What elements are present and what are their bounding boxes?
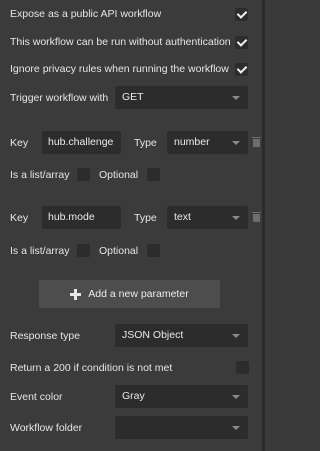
param-list-label: Is a list/array [10, 169, 70, 181]
param-optional-label: Optional [99, 245, 139, 257]
trigger-method-dropdown[interactable]: GET [115, 86, 248, 109]
param-type-value: number [174, 136, 210, 148]
param-key-label: Key [10, 137, 29, 149]
param-type-label: Type [134, 212, 157, 224]
workflow-settings-panel: Expose as a public API workflow This wor… [0, 0, 265, 451]
delete-parameter-icon[interactable] [252, 137, 261, 147]
chevron-down-icon [232, 395, 240, 399]
param-key-input[interactable]: hub.mode [42, 206, 121, 229]
no-auth-checkbox[interactable] [235, 36, 248, 49]
trigger-method-value: GET [122, 91, 144, 103]
scrollbar[interactable] [262, 0, 265, 451]
add-parameter-label: Add a new parameter [88, 288, 189, 300]
return-200-label: Return a 200 if condition is not met [10, 362, 173, 374]
response-type-value: JSON Object [122, 329, 184, 341]
no-auth-label: This workflow can be run without authent… [10, 36, 231, 48]
param-list-label: Is a list/array [10, 245, 70, 257]
response-type-label: Response type [10, 330, 81, 342]
param-type-dropdown[interactable]: number [167, 131, 248, 154]
chevron-down-icon [232, 426, 240, 430]
response-type-dropdown[interactable]: JSON Object [115, 324, 248, 347]
workflow-folder-label: Workflow folder [10, 422, 83, 434]
event-color-value: Gray [122, 390, 145, 402]
workflow-folder-dropdown[interactable] [115, 416, 248, 439]
chevron-down-icon [232, 96, 240, 100]
return-200-checkbox[interactable] [236, 361, 249, 374]
param-key-value: hub.mode [48, 211, 95, 223]
param-key-label: Key [10, 212, 29, 224]
param-type-label: Type [134, 137, 157, 149]
param-list-checkbox[interactable] [77, 244, 90, 257]
event-color-label: Event color [10, 391, 63, 403]
param-optional-checkbox[interactable] [147, 168, 160, 181]
param-key-input[interactable]: hub.challenge [42, 131, 121, 154]
plus-icon [70, 288, 82, 300]
ignore-privacy-checkbox[interactable] [235, 63, 248, 76]
delete-parameter-icon[interactable] [252, 212, 261, 222]
ignore-privacy-label: Ignore privacy rules when running the wo… [10, 63, 229, 75]
param-type-value: text [174, 211, 191, 223]
event-color-dropdown[interactable]: Gray [115, 385, 248, 408]
trigger-label: Trigger workflow with [10, 92, 109, 104]
add-parameter-button[interactable]: Add a new parameter [39, 280, 220, 308]
param-optional-checkbox[interactable] [147, 244, 160, 257]
param-type-dropdown[interactable]: text [167, 206, 248, 229]
param-key-value: hub.challenge [48, 136, 114, 148]
expose-public-label: Expose as a public API workflow [10, 8, 162, 20]
expose-public-checkbox[interactable] [235, 8, 248, 21]
chevron-down-icon [232, 334, 240, 338]
chevron-down-icon [232, 216, 240, 220]
chevron-down-icon [232, 141, 240, 145]
param-optional-label: Optional [99, 169, 139, 181]
param-list-checkbox[interactable] [77, 168, 90, 181]
